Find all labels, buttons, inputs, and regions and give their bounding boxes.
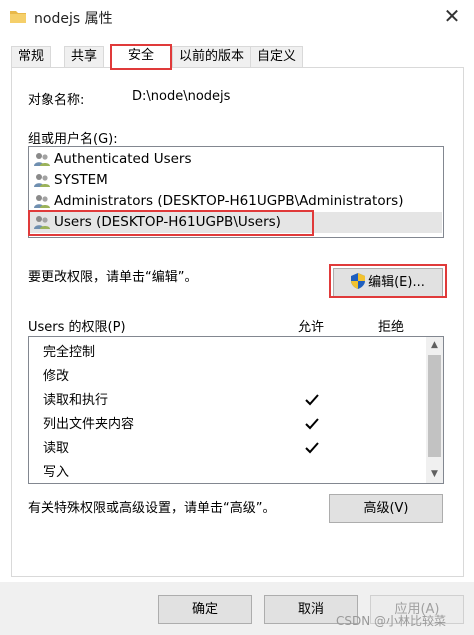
allow-header: 允许 [298, 320, 325, 335]
advanced-hint: 有关特殊权限或高级设置，请单击“高级”。 [28, 501, 276, 516]
list-item[interactable]: SYSTEM [30, 170, 442, 191]
scrollbar[interactable]: ▲ ▼ [426, 337, 443, 483]
permission-row: 写入 [29, 461, 427, 483]
object-name-value: D:\node\nodejs [132, 89, 231, 104]
user-name: Administrators (DESKTOP-H61UGPB\Administ… [54, 193, 404, 209]
shield-icon [351, 273, 366, 289]
permission-row: 修改 [29, 365, 427, 389]
user-name: Authenticated Users [54, 151, 192, 167]
permission-name: 读取和执行 [43, 393, 109, 408]
user-name: Users (DESKTOP-H61UGPB\Users) [54, 214, 281, 230]
list-item-selected[interactable]: Users (DESKTOP-H61UGPB\Users) [30, 212, 442, 233]
close-icon[interactable]: ✕ [438, 4, 466, 28]
permissions-label: Users 的权限(P) [28, 320, 126, 335]
tab-sharing[interactable]: 共享 [64, 46, 105, 68]
scroll-up-icon[interactable]: ▲ [426, 337, 443, 354]
object-name-label: 对象名称: [28, 93, 85, 108]
edit-button[interactable]: 编辑(E)... [333, 268, 443, 297]
permission-name: 完全控制 [43, 345, 96, 360]
list-item[interactable]: Authenticated Users [30, 149, 442, 170]
scroll-thumb[interactable] [428, 355, 441, 457]
title-bar: nodejs 属性 ✕ [0, 0, 474, 34]
window-title: nodejs 属性 [34, 11, 113, 27]
tab-security[interactable]: 安全 [110, 44, 172, 70]
permission-row: 读取和执行 [29, 389, 427, 413]
watermark: CSDN @小林比较菜 [336, 614, 447, 628]
permission-name: 写入 [43, 465, 70, 480]
users-icon [34, 153, 50, 166]
permission-name: 列出文件夹内容 [43, 417, 135, 432]
permissions-list[interactable]: 完全控制 修改 读取和执行 列出文件夹内容 读取 写入 ▲ ▼ [28, 336, 444, 484]
folder-icon [10, 11, 26, 23]
deny-header: 拒绝 [378, 320, 405, 335]
check-icon [305, 394, 319, 406]
tab-strip: 常规 共享 安全 以前的版本 自定义 [0, 44, 474, 70]
tab-customize[interactable]: 自定义 [250, 46, 304, 68]
permission-row: 完全控制 [29, 341, 427, 365]
users-icon [34, 216, 50, 229]
check-icon [305, 442, 319, 454]
edit-hint: 要更改权限，请单击“编辑”。 [28, 270, 198, 285]
permission-row: 列出文件夹内容 [29, 413, 427, 437]
permission-name: 读取 [43, 441, 70, 456]
tab-general[interactable]: 常规 [11, 46, 52, 68]
edit-button-label: 编辑(E)... [368, 275, 425, 290]
check-icon [305, 418, 319, 430]
advanced-button[interactable]: 高级(V) [329, 494, 443, 523]
users-icon [34, 174, 50, 187]
permission-name: 修改 [43, 369, 70, 384]
permission-row: 读取 [29, 437, 427, 461]
tab-previous-versions[interactable]: 以前的版本 [172, 46, 252, 68]
list-item[interactable]: Administrators (DESKTOP-H61UGPB\Administ… [30, 191, 442, 212]
users-icon [34, 195, 50, 208]
groups-list[interactable]: Authenticated Users SYSTEM Administrator… [28, 146, 444, 238]
ok-button[interactable]: 确定 [158, 595, 252, 624]
scroll-down-icon[interactable]: ▼ [426, 466, 443, 483]
user-name: SYSTEM [54, 172, 108, 188]
groups-label: 组或用户名(G): [28, 132, 118, 147]
